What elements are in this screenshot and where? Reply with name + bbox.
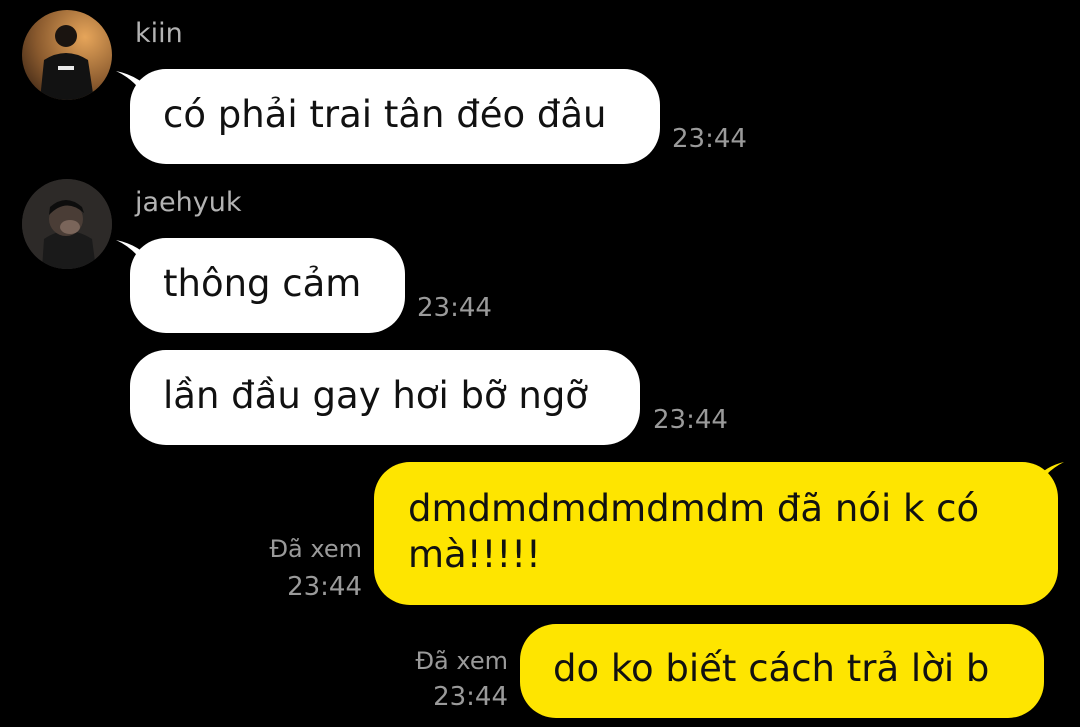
message-bubble[interactable]: có phải trai tân đéo đâu <box>116 69 660 164</box>
avatar-jaehyuk-image <box>22 179 112 269</box>
message-time: 23:44 <box>672 124 747 154</box>
avatar-kiin-image <box>22 10 112 100</box>
message-bubble[interactable]: do ko biết cách trả lời b <box>520 624 1044 718</box>
message-text: do ko biết cách trả lời b <box>553 647 990 690</box>
message-time: 23:44 <box>417 293 492 323</box>
bubble-tail <box>1034 462 1064 492</box>
message-time: 23:44 <box>653 405 728 435</box>
message-text: có phải trai tân đéo đâu <box>163 93 607 136</box>
bubble-tail <box>116 240 150 274</box>
read-status: Đã xem <box>269 535 362 563</box>
sender-name: kiin <box>135 18 183 49</box>
sender-name: jaehyuk <box>135 187 242 218</box>
message-time: 23:44 <box>433 682 508 712</box>
message-bubble[interactable]: thông cảm <box>116 238 405 333</box>
avatar-kiin[interactable] <box>22 10 112 100</box>
avatar-jaehyuk[interactable] <box>22 179 112 269</box>
message-text-line: mà!!!!! <box>408 533 541 576</box>
message-bubble[interactable]: dmdmdmdmdmdm đã nói k có mà!!!!! <box>374 462 1064 605</box>
read-status: Đã xem <box>415 647 508 675</box>
message-text: lần đầu gay hơi bỡ ngỡ <box>163 374 588 417</box>
bubble-tail <box>116 71 150 105</box>
message-time: 23:44 <box>287 572 362 602</box>
message-text-line: dmdmdmdmdmdm đã nói k có <box>408 487 980 530</box>
message-bubble[interactable]: lần đầu gay hơi bỡ ngỡ <box>130 350 640 445</box>
message-text: thông cảm <box>163 262 362 305</box>
